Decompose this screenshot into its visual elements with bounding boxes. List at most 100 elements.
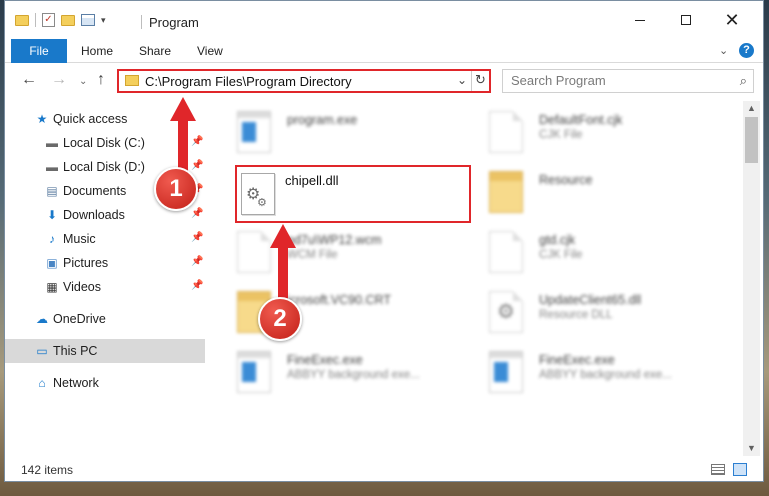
cloud-icon: ☁ (36, 312, 48, 326)
folder-icon (125, 75, 139, 86)
application-icon (237, 111, 271, 153)
recent-locations-chevron-icon[interactable]: ⌄ (79, 76, 87, 87)
minimize-button[interactable] (617, 7, 663, 33)
details-view-icon[interactable] (711, 464, 725, 475)
sidebar-item-label: Pictures (63, 256, 109, 270)
properties-icon[interactable] (81, 14, 95, 26)
file-item[interactable]: Resource (479, 165, 719, 221)
file-item[interactable]: FineExec.exe ABBYY background exe... (227, 345, 467, 401)
scroll-down-arrow-icon[interactable]: ▼ (747, 443, 756, 453)
sidebar-item[interactable]: ☁ OneDrive (5, 307, 205, 331)
file-item[interactable]: program.exe (227, 105, 467, 161)
file-item[interactable]: FineExec.exe ABBYY background exe... (479, 345, 719, 401)
gear-icon: ⚙ (489, 291, 523, 333)
address-history-chevron-icon[interactable]: ⌄ (457, 73, 467, 87)
address-bar[interactable]: C:\Program Files\Program Directory ⌄ ↻ (117, 69, 491, 93)
expand-ribbon-chevron-icon[interactable]: ⌄ (719, 44, 728, 57)
sidebar-item-label: This PC (53, 344, 98, 358)
search-icon[interactable]: ⌕ (740, 73, 747, 89)
address-divider (471, 71, 472, 91)
search-input[interactable]: Search Program ⌕ (502, 69, 754, 93)
gear-icon: ⚙ (257, 197, 267, 209)
title-bar: ✓ ▾ Program ✕ (5, 1, 763, 37)
up-arrow-icon[interactable]: ↑ (97, 71, 105, 89)
sidebar-item[interactable]: ▣ Pictures 📌 (5, 251, 205, 275)
pin-icon[interactable]: 📌 (191, 232, 203, 243)
file-name: icrosoft.VC90.CRT (287, 293, 391, 307)
customize-toolbar-chevron-icon[interactable]: ▾ (101, 15, 106, 26)
status-bar: 142 items (5, 459, 763, 481)
tab-view[interactable]: View (197, 39, 223, 63)
application-icon (237, 351, 271, 393)
address-path[interactable]: C:\Program Files\Program Directory (145, 74, 352, 89)
pin-icon[interactable]: 📌 (191, 160, 203, 171)
document-icon (489, 231, 523, 273)
file-type: WCM File (287, 249, 338, 261)
annotation-badge-1: 1 (154, 167, 198, 211)
sidebar-item[interactable]: ▭ This PC (5, 339, 205, 363)
star-icon: ★ (36, 112, 48, 126)
file-name: program.exe (287, 113, 358, 127)
new-folder-icon[interactable] (61, 14, 75, 26)
help-icon[interactable]: ? (739, 43, 754, 58)
pin-icon[interactable]: 📌 (191, 280, 203, 291)
file-item[interactable]: DefaultFont.cjk CJK File (479, 105, 719, 161)
file-name: nd7u\WP12.wcm (287, 233, 382, 247)
file-type: ABBYY background exe... (539, 369, 672, 381)
folder-icon (489, 171, 523, 213)
document-icon (237, 231, 271, 273)
vertical-scrollbar[interactable]: ▲ ▼ (743, 101, 760, 456)
close-button[interactable]: ✕ (709, 7, 755, 33)
annotation-arrow-1-head (170, 97, 196, 121)
pin-icon[interactable]: 📌 (191, 136, 203, 147)
tab-share[interactable]: Share (139, 39, 171, 63)
network-icon: ⌂ (38, 376, 46, 390)
file-name: DefaultFont.cjk (539, 113, 623, 127)
file-type: CJK File (539, 129, 583, 141)
drive-icon: ▬ (46, 160, 58, 174)
folder-icon (15, 14, 29, 26)
pin-icon[interactable]: 📌 (191, 208, 203, 219)
sidebar-item-label: Videos (63, 280, 101, 294)
explorer-window: ✓ ▾ Program ✕ File Home Share View ⌄ ? ←… (4, 0, 764, 482)
back-arrow-icon[interactable]: ← (21, 71, 37, 89)
file-name: FineExec.exe (287, 353, 363, 367)
file-name: Resource (539, 173, 593, 187)
sidebar-item[interactable]: ⌂ Network (5, 371, 205, 395)
sidebar-item[interactable]: ♪ Music 📌 (5, 227, 205, 251)
scroll-up-arrow-icon[interactable]: ▲ (747, 103, 756, 113)
file-type: Resource DLL (539, 309, 613, 321)
close-icon: ✕ (724, 10, 740, 30)
sidebar-item-label: Local Disk (C:) (63, 136, 145, 150)
sidebar-item-label: OneDrive (53, 312, 106, 326)
tab-file[interactable]: File (11, 39, 67, 63)
sidebar-item-label: Quick access (53, 112, 128, 126)
file-item[interactable]: nd7u\WP12.wcm WCM File (227, 225, 467, 281)
maximize-icon (681, 15, 691, 26)
minimize-icon (635, 19, 645, 21)
large-icons-view-icon[interactable] (733, 463, 747, 476)
window-title: Program (149, 15, 199, 30)
tab-home[interactable]: Home (81, 39, 113, 63)
music-icon: ♪ (49, 232, 55, 246)
file-item[interactable]: gtd.cjk CJK File (479, 225, 719, 281)
file-item[interactable]: ⚙ UpdateClient65.dll Resource DLL (479, 285, 719, 341)
sidebar-item[interactable]: ▦ Videos 📌 (5, 275, 205, 299)
refresh-icon[interactable]: ↻ (475, 72, 486, 88)
downloads-icon: ⬇ (46, 208, 58, 222)
item-count: 142 items (21, 463, 74, 477)
highlighted-file-chipell-dll[interactable]: ⚙ ⚙ chipell.dll (235, 165, 471, 223)
maximize-button[interactable] (663, 7, 709, 33)
navigation-bar: ← → ⌄ ↑ C:\Program Files\Program Directo… (5, 64, 763, 98)
videos-icon: ▦ (46, 280, 58, 294)
forward-arrow-icon[interactable]: → (51, 71, 67, 89)
title-divider (141, 15, 142, 29)
sidebar-item[interactable]: ▬ Local Disk (C:) 📌 (5, 131, 205, 155)
pin-icon[interactable]: 📌 (191, 256, 203, 267)
scroll-thumb[interactable] (745, 117, 758, 163)
pictures-icon: ▣ (46, 256, 58, 270)
sidebar-item-label: Music (63, 232, 96, 246)
sidebar-item-label: Downloads (63, 208, 125, 222)
properties-check-icon[interactable]: ✓ (42, 13, 55, 27)
file-list: FineExec.exe ABBYY background exe... FineE… (217, 101, 739, 456)
